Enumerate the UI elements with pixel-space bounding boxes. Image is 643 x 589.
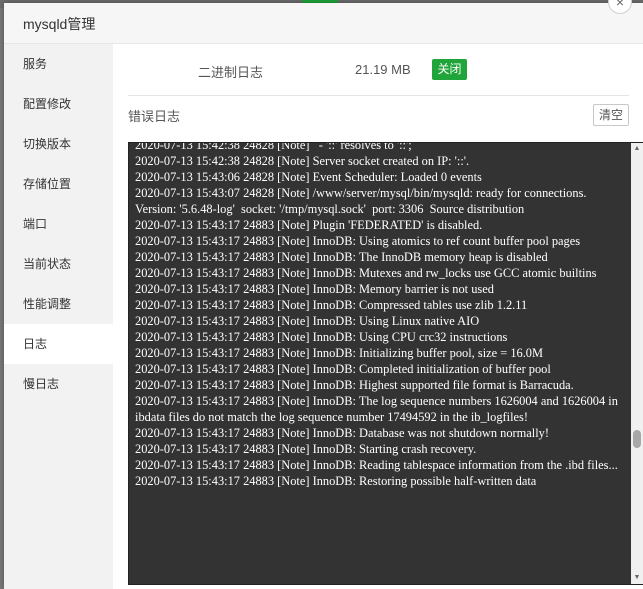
sidebar-item-status[interactable]: 当前状态 xyxy=(4,244,113,284)
sidebar-item-port[interactable]: 端口 xyxy=(4,204,113,244)
sidebar-item-performance[interactable]: 性能调整 xyxy=(4,284,113,324)
sidebar-item-switch-version[interactable]: 切换版本 xyxy=(4,124,113,164)
sidebar: 服务 配置修改 切换版本 存储位置 端口 当前状态 性能调整 日志 慢日志 xyxy=(4,44,113,589)
divider xyxy=(128,95,629,96)
scroll-down-icon[interactable]: ▼ xyxy=(631,572,643,584)
sidebar-item-config[interactable]: 配置修改 xyxy=(4,84,113,124)
log-panel: 二进制日志 21.19 MB 关闭 错误日志 清空 2020-07-13 15:… xyxy=(113,44,643,589)
binlog-toggle-button[interactable]: 关闭 xyxy=(432,59,467,80)
clear-log-button[interactable]: 清空 xyxy=(593,104,629,126)
error-log-content: 2020-07-13 15:42:38 24828 [Note] - '::' … xyxy=(135,142,618,488)
log-scrollbar[interactable]: ▲ ▼ xyxy=(631,143,643,584)
binlog-size: 21.19 MB xyxy=(355,62,411,77)
mysqld-manager-dialog: mysqld管理 服务 配置修改 切换版本 存储位置 端口 当前状态 性能调整 … xyxy=(4,3,643,589)
sidebar-item-logs[interactable]: 日志 xyxy=(4,324,113,364)
scroll-thumb[interactable] xyxy=(633,430,641,448)
binlog-row: 二进制日志 21.19 MB 关闭 xyxy=(113,56,643,84)
dialog-title: mysqld管理 xyxy=(23,16,96,32)
error-log-label: 错误日志 xyxy=(128,109,181,124)
binlog-label: 二进制日志 xyxy=(198,65,264,80)
dialog-titlebar: mysqld管理 xyxy=(4,3,643,44)
sidebar-item-service[interactable]: 服务 xyxy=(4,44,113,84)
sidebar-item-slow-logs[interactable]: 慢日志 xyxy=(4,364,113,404)
sidebar-item-storage[interactable]: 存储位置 xyxy=(4,164,113,204)
error-log-textarea[interactable]: 2020-07-13 15:42:38 24828 [Note] - '::' … xyxy=(128,142,643,585)
scroll-up-icon[interactable]: ▲ xyxy=(631,143,643,155)
